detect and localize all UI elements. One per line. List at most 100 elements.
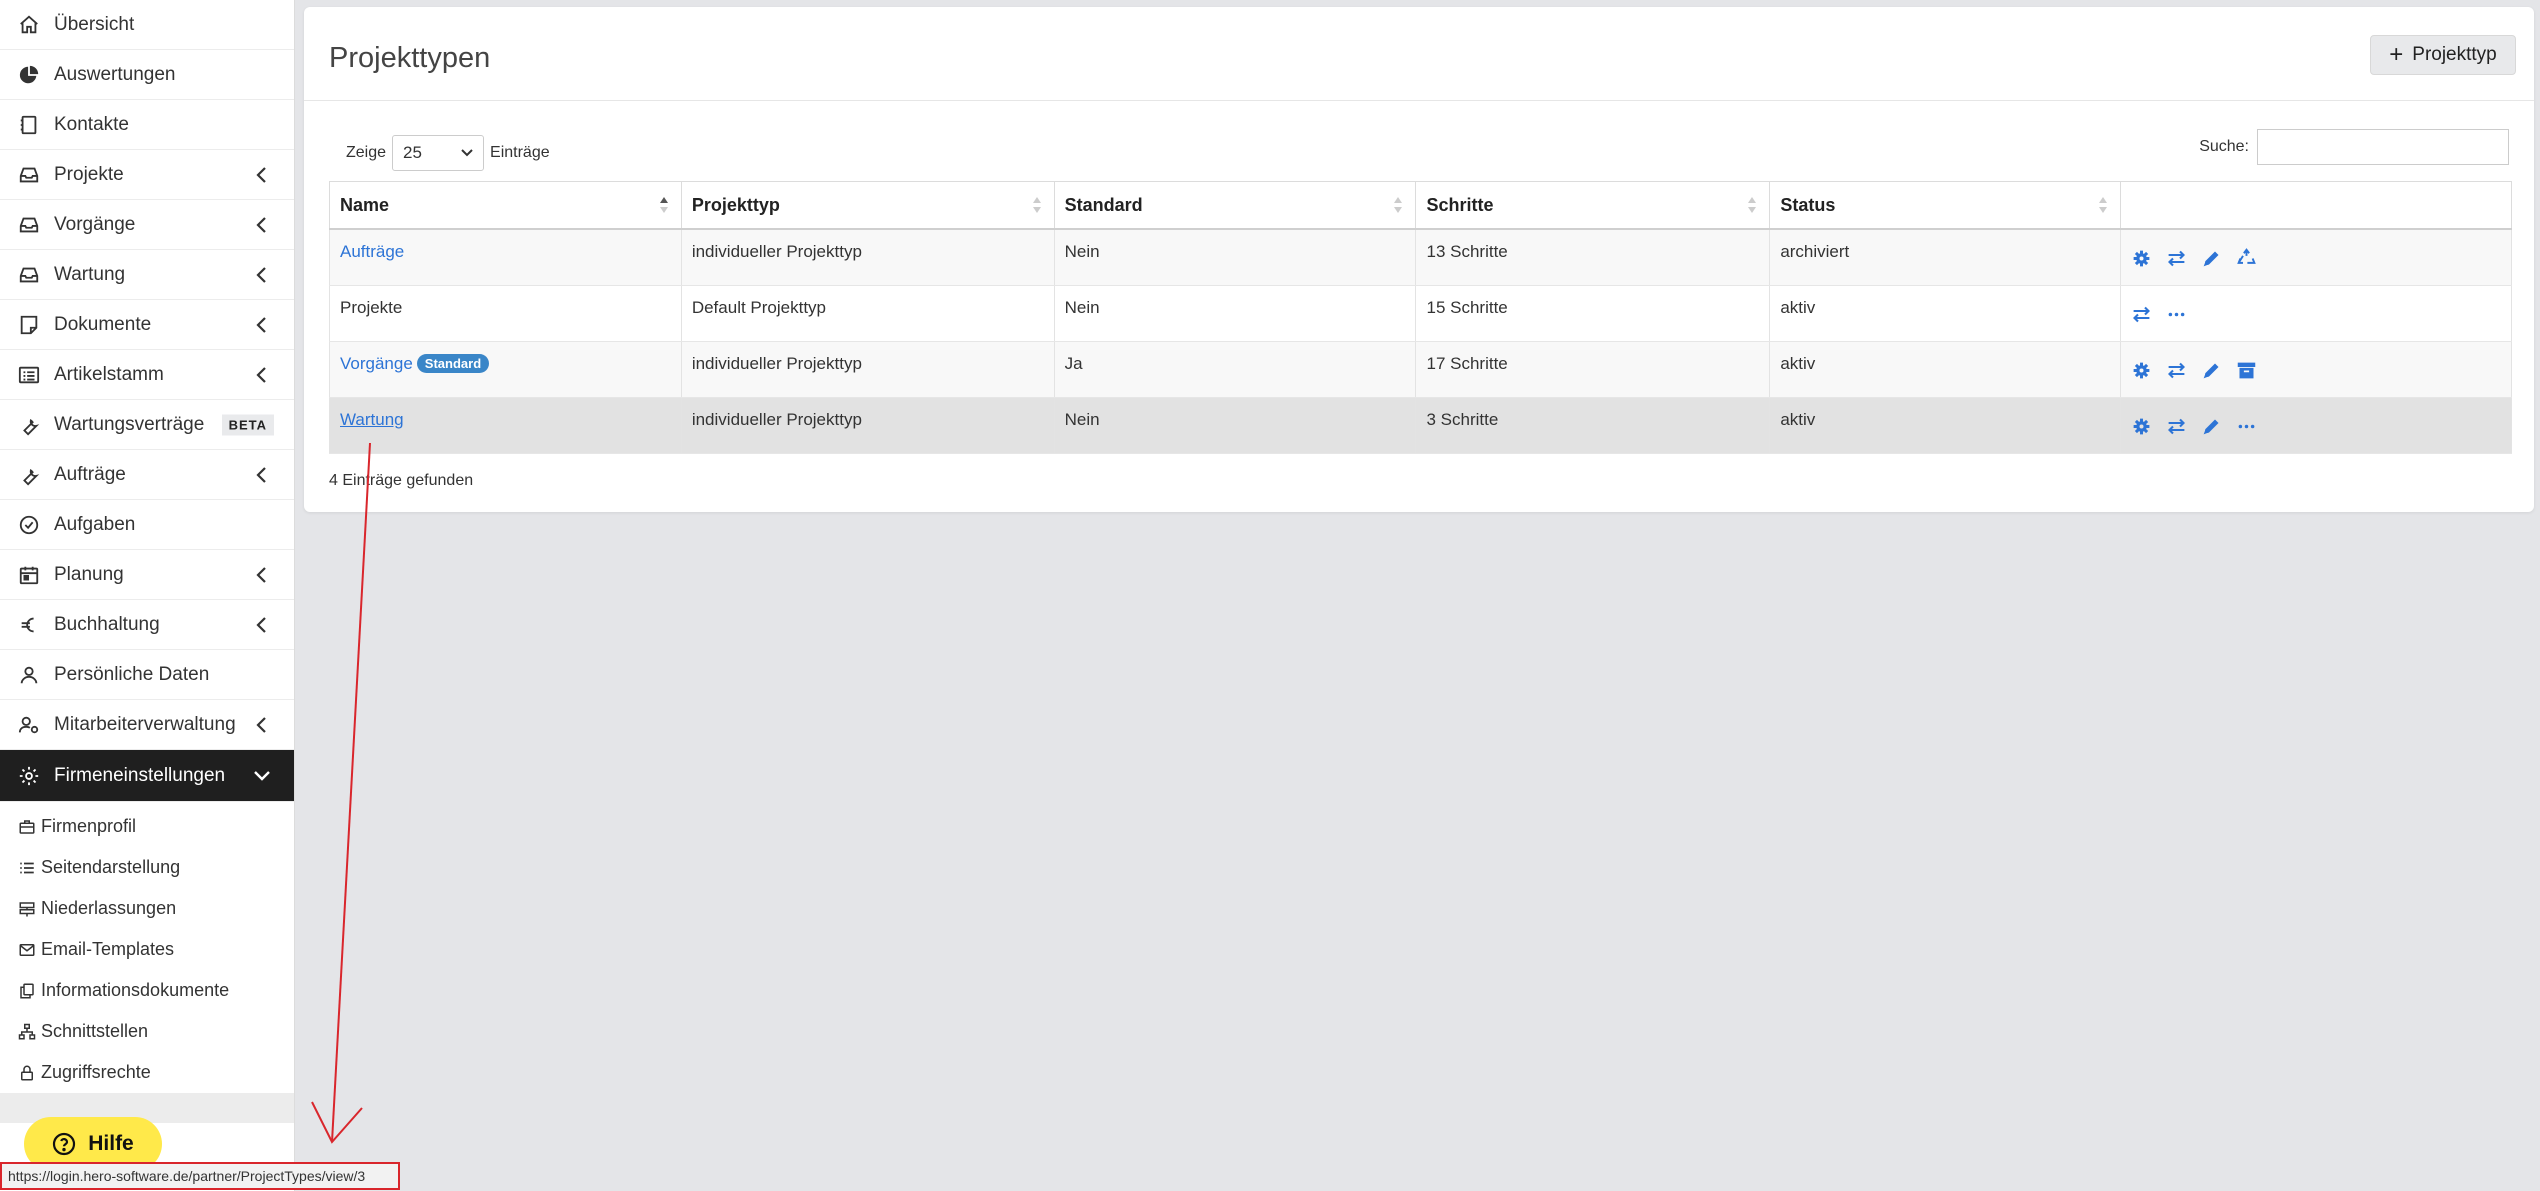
column-header-schritte[interactable]: Schritte: [1415, 181, 1771, 230]
exchange-icon[interactable]: [2166, 416, 2187, 437]
chevron-down-icon: [461, 149, 473, 157]
sub-item-schnittstellen[interactable]: Schnittstellen: [0, 1011, 294, 1052]
pencil-icon[interactable]: [2201, 416, 2222, 437]
nav-item-wartung[interactable]: Wartung: [0, 250, 294, 300]
cell-steps: 17 Schritte: [1415, 341, 1771, 398]
project-type-link[interactable]: Vorgänge: [340, 354, 413, 373]
sub-item-seitendarstellung[interactable]: Seitendarstellung: [0, 847, 294, 888]
sub-label: Seitendarstellung: [41, 857, 181, 877]
nav-item-wartungsvertraege[interactable]: Wartungsverträge BETA: [0, 400, 294, 450]
search-control: Suche:: [2199, 129, 2509, 165]
nav-item-projekte[interactable]: Projekte: [0, 150, 294, 200]
users-gear-icon: [18, 714, 40, 736]
sidebar: Übersicht Auswertungen Kontakte Projekte…: [0, 0, 295, 1191]
nav-item-aufgaben[interactable]: Aufgaben: [0, 500, 294, 550]
nav-label: Wartung: [54, 263, 126, 285]
cell-status: aktiv: [1769, 397, 2122, 454]
cell-standard: Nein: [1053, 397, 1417, 454]
cell-type: individueller Projekttyp: [680, 229, 1055, 286]
search-input[interactable]: [2257, 129, 2509, 165]
cell-status: archiviert: [1769, 229, 2122, 286]
column-header-actions: [2120, 181, 2512, 230]
settings-cog-icon[interactable]: [2131, 416, 2152, 437]
address-book-icon: [18, 114, 40, 136]
nav-item-uebersicht[interactable]: Übersicht: [0, 0, 294, 50]
chevron-left-icon: [256, 316, 266, 333]
chevron-left-icon: [256, 466, 266, 483]
settings-cog-icon[interactable]: [2131, 248, 2152, 269]
add-project-type-button[interactable]: + Projekttyp: [2370, 35, 2516, 75]
page-length-control: Zeige 25 Einträge: [346, 135, 550, 171]
pencil-icon[interactable]: [2201, 248, 2222, 269]
exchange-icon[interactable]: [2166, 248, 2187, 269]
inbox-icon: [18, 264, 40, 286]
search-label: Suche:: [2199, 138, 2249, 155]
exchange-icon[interactable]: [2131, 304, 2152, 325]
card-header: Projekttypen + Projekttyp: [304, 7, 2534, 101]
cell-actions: [2120, 397, 2512, 454]
nav-item-mitarbeiterverwaltung[interactable]: Mitarbeiterverwaltung: [0, 700, 294, 750]
chevron-left-icon: [256, 366, 266, 383]
recycle-icon[interactable]: [2236, 248, 2257, 269]
sort-icon: [1748, 197, 1757, 213]
page-title: Projekttypen: [329, 42, 491, 74]
project-type-link[interactable]: Aufträge: [340, 242, 404, 261]
nav-item-buchhaltung[interactable]: Buchhaltung: [0, 600, 294, 650]
more-icon[interactable]: [2166, 304, 2187, 325]
nav-label: Projekte: [54, 163, 124, 185]
nav-item-persoenliche-daten[interactable]: Persönliche Daten: [0, 650, 294, 700]
cell-actions: [2120, 341, 2512, 398]
nav-item-vorgaenge[interactable]: Vorgänge: [0, 200, 294, 250]
pie-chart-icon: [18, 64, 40, 86]
cell-type: Default Projekttyp: [680, 285, 1055, 342]
sub-item-niederlassungen[interactable]: Niederlassungen: [0, 888, 294, 929]
sub-item-zugriffsrechte[interactable]: Zugriffsrechte: [0, 1052, 294, 1093]
column-header-standard[interactable]: Standard: [1053, 181, 1417, 230]
sub-item-firmenprofil[interactable]: Firmenprofil: [0, 806, 294, 847]
nav-label: Vorgänge: [54, 213, 136, 235]
sub-item-informationsdokumente[interactable]: Informationsdokumente: [0, 970, 294, 1011]
nav-label: Persönliche Daten: [54, 663, 210, 685]
nav-item-auftraege[interactable]: Aufträge: [0, 450, 294, 500]
cell-name: Projekte: [329, 285, 682, 342]
show-suffix: Einträge: [490, 144, 550, 161]
pencil-icon[interactable]: [2201, 360, 2222, 381]
table-row: Projekte Default Projekttyp Nein 15 Schr…: [329, 285, 2512, 342]
sub-item-email-templates[interactable]: Email-Templates: [0, 929, 294, 970]
nav-item-planung[interactable]: Planung: [0, 550, 294, 600]
note-icon: [18, 314, 40, 336]
sub-label: Informationsdokumente: [41, 980, 230, 1000]
page-length-select[interactable]: 25: [392, 135, 485, 171]
nav-item-firmeneinstellungen[interactable]: Firmeneinstellungen: [0, 750, 294, 802]
briefcase-icon: [18, 818, 36, 836]
nav-label: Artikelstamm: [54, 363, 164, 385]
nav-item-auswertungen[interactable]: Auswertungen: [0, 50, 294, 100]
check-circle-icon: [18, 514, 40, 536]
nav-label: Mitarbeiterverwaltung: [54, 713, 236, 735]
nav-label: Auswertungen: [54, 63, 176, 85]
nav-item-kontakte[interactable]: Kontakte: [0, 100, 294, 150]
question-circle-icon: [53, 1132, 76, 1156]
table-info: 4 Einträge gefunden: [329, 472, 474, 489]
nav-item-artikelstamm[interactable]: Artikelstamm: [0, 350, 294, 400]
exchange-icon[interactable]: [2166, 360, 2187, 381]
sort-icon: [2099, 197, 2108, 213]
inbox-icon: [18, 214, 40, 236]
column-header-projekttyp[interactable]: Projekttyp: [680, 181, 1055, 230]
cell-name: Aufträge: [329, 229, 682, 286]
column-header-status[interactable]: Status: [1769, 181, 2122, 230]
table-row: Wartung individueller Projekttyp Nein 3 …: [329, 397, 2512, 454]
project-types-card: Projekttypen + Projekttyp Zeige 25 Eintr…: [304, 7, 2534, 512]
envelope-icon: [18, 941, 36, 959]
nav-label: Dokumente: [54, 313, 152, 335]
archive-icon[interactable]: [2236, 360, 2257, 381]
more-icon[interactable]: [2236, 416, 2257, 437]
column-header-name[interactable]: Name: [329, 181, 682, 230]
chevron-down-icon: [254, 770, 270, 781]
project-types-table: Name Projekttyp Standard Schritte Status…: [329, 181, 2512, 454]
project-type-link[interactable]: Wartung: [340, 410, 404, 429]
user-icon: [18, 664, 40, 686]
plus-icon: +: [2389, 41, 2404, 68]
nav-item-dokumente[interactable]: Dokumente: [0, 300, 294, 350]
settings-cog-icon[interactable]: [2131, 360, 2152, 381]
